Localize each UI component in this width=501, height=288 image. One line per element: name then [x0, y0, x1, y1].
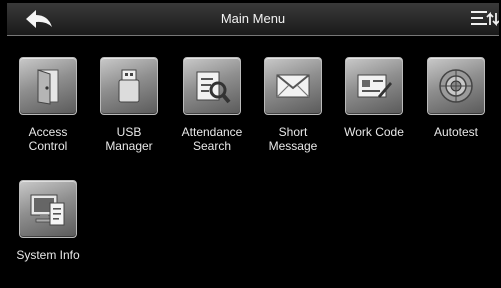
main-menu-screen: Main Menu Access Control USB Manager Att… [0, 0, 501, 288]
menu-item-short-message[interactable]: Short Message [253, 57, 333, 153]
menu-item-attendance-search[interactable]: Attendance Search [172, 57, 252, 153]
menu-item-label: Attendance Search [181, 125, 243, 153]
menu-item-autotest[interactable]: Autotest [416, 57, 496, 139]
target-icon [427, 57, 485, 115]
magnifier-document-icon [183, 57, 241, 115]
menu-item-work-code[interactable]: Work Code [334, 57, 414, 139]
menu-item-usb-manager[interactable]: USB Manager [89, 57, 169, 153]
menu-item-label: Short Message [268, 125, 318, 153]
menu-item-label: Work Code [344, 125, 404, 139]
menu-item-label: Autotest [433, 125, 479, 139]
menu-options-button[interactable] [469, 7, 500, 31]
menu-sort-icon [471, 11, 500, 27]
card-pen-icon [345, 57, 403, 115]
envelope-icon [264, 57, 322, 115]
page-title: Main Menu [220, 11, 286, 26]
menu-item-access-control[interactable]: Access Control [8, 57, 88, 153]
header-bar: Main Menu [7, 3, 500, 36]
menu-item-system-info[interactable]: System Info [8, 180, 88, 262]
computer-document-icon [19, 180, 77, 238]
menu-item-label: USB Manager [105, 125, 153, 153]
menu-item-label: Access Control [28, 125, 68, 153]
back-button[interactable] [17, 6, 61, 32]
menu-item-label: System Info [16, 248, 80, 262]
usb-drive-icon [100, 57, 158, 115]
door-icon [19, 57, 77, 115]
back-arrow-icon [26, 10, 52, 28]
